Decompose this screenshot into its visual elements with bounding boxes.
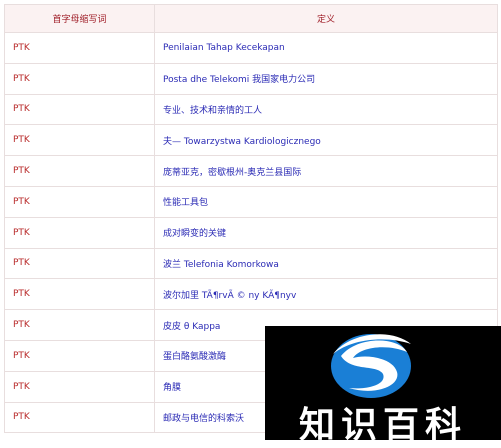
table-row: PTK 庞蒂亚克，密歇根州-奥克兰县国际 [4,155,498,187]
abbr-cell: PTK [4,401,155,434]
definition-link[interactable]: 庞蒂亚克，密歇根州-奥克兰县国际 [154,155,498,187]
watermark-text: 知识百科 [298,405,467,446]
definition-link[interactable]: 波兰 Telefonia Komorkowa [154,247,498,280]
column-header-definition: 定义 [154,4,498,33]
s-swoosh-logo-icon [331,334,411,398]
definition-link[interactable]: Posta dhe Telekomi 我国家电力公司 [154,62,498,95]
definition-link[interactable]: 专业、技术和亲情的工人 [154,93,498,126]
table-row: PTK Penilaian Tahap Kecekapan [4,32,498,64]
definition-link[interactable]: 成对瞬变的关键 [154,216,498,249]
table-row: PTK 专业、技术和亲情的工人 [4,93,498,126]
abbr-cell: PTK [4,309,155,341]
abbr-cell: PTK [4,278,155,311]
definition-link[interactable]: 波尔加里 TÃ¶rvÃ © ny KÃ¶nyv [154,278,498,311]
abbr-cell: PTK [4,62,155,95]
abbr-cell: PTK [4,124,155,157]
table-row: PTK Posta dhe Telekomi 我国家电力公司 [4,62,498,95]
definition-link[interactable]: 性能工具包 [154,185,498,218]
table-row: PTK 波兰 Telefonia Komorkowa [4,247,498,280]
table-row: PTK 波尔加里 TÃ¶rvÃ © ny KÃ¶nyv [4,278,498,311]
column-header-abbr: 首字母缩写词 [4,4,155,33]
table-header-row: 首字母缩写词 定义 [4,4,498,33]
table-row: PTK 性能工具包 [4,185,498,218]
abbr-cell: PTK [4,93,155,126]
abbr-cell: PTK [4,370,155,403]
abbr-cell: PTK [4,339,155,372]
abbr-cell: PTK [4,185,155,218]
abbr-cell: PTK [4,155,155,187]
abbr-cell: PTK [4,32,155,64]
abbr-cell: PTK [4,247,155,280]
table-row: PTK 夫— Towarzystwa Kardiologicznego [4,124,498,157]
table-row: PTK 成对瞬变的关键 [4,216,498,249]
definition-link[interactable]: 夫— Towarzystwa Kardiologicznego [154,124,498,157]
abbr-cell: PTK [4,216,155,249]
watermark: 知识百科 [265,326,501,446]
definition-link[interactable]: Penilaian Tahap Kecekapan [154,32,498,64]
